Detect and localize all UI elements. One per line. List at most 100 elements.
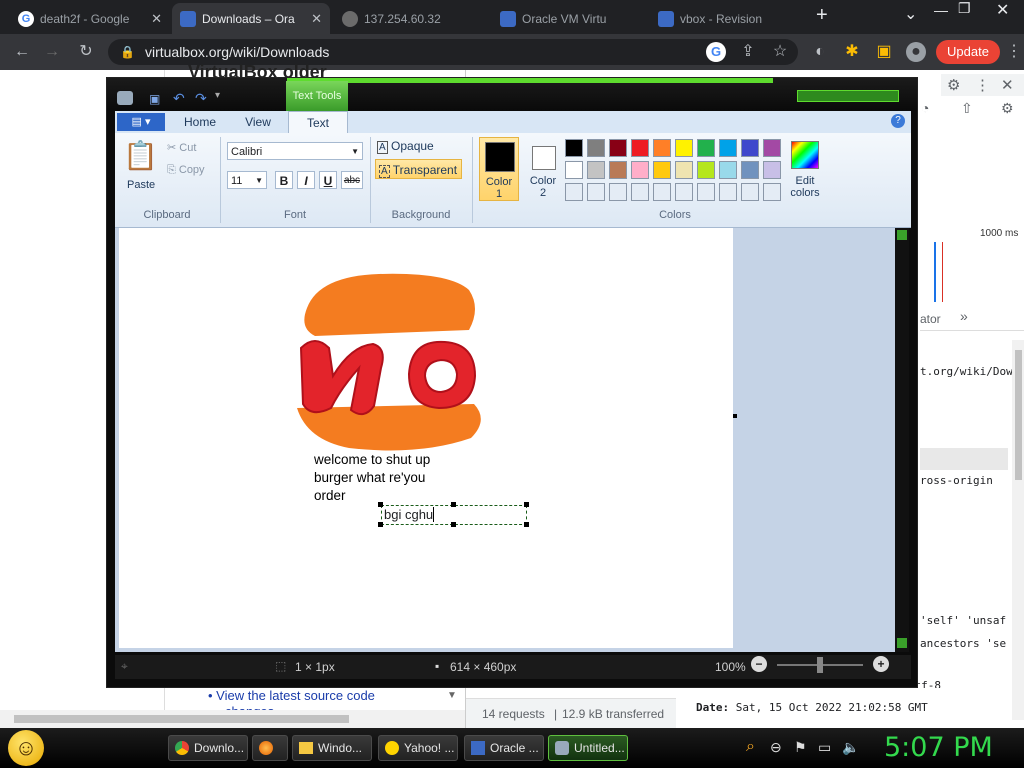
close-icon[interactable]: ✕ [151,11,162,27]
custom-color-slot[interactable] [565,183,583,201]
resize-handle[interactable] [378,522,383,527]
copy-button[interactable]: ⎘ Copy [167,164,205,177]
color2-button[interactable]: Color 2 [523,137,563,201]
palette-color-swatch[interactable] [697,139,715,157]
save-icon[interactable]: ▣ [149,92,160,106]
palette-color-swatch[interactable] [763,139,781,157]
scroll-up-arrow-icon[interactable] [897,230,907,240]
undo-icon[interactable]: ↶ [173,90,185,107]
resize-handle[interactable] [378,502,383,507]
taskbar-clock[interactable]: 5:07 PM [884,732,993,763]
bold-button[interactable]: B [275,171,293,189]
customize-qat-icon[interactable]: ▾ [215,90,220,101]
resize-handle[interactable] [524,502,529,507]
custom-color-slot[interactable] [675,183,693,201]
canvas-resize-handle[interactable] [733,414,737,418]
share-icon[interactable]: ⇪ [738,42,758,62]
volume-icon[interactable]: 🔈 [842,739,859,756]
network-conditions-icon[interactable]: ◔ [921,100,929,116]
chevron-down-icon[interactable]: ⌄ [904,4,917,24]
new-tab-button[interactable]: + [816,4,828,27]
close-window-icon[interactable]: ✕ [996,0,1009,20]
opaque-button[interactable]: A Opaque [377,139,434,154]
edit-colors-button[interactable]: Edit colors [787,137,823,201]
section-header[interactable] [920,448,1008,470]
palette-color-swatch[interactable] [675,139,693,157]
tab-ip[interactable]: 137.254.60.32 [334,3,488,34]
tab-oracle[interactable]: Oracle VM Virtu [492,3,646,34]
custom-color-slot[interactable] [587,183,605,201]
palette-color-swatch[interactable] [741,139,759,157]
minus-circle-icon[interactable]: ⊖ [770,739,782,756]
palette-color-swatch[interactable] [587,139,605,157]
window-controls[interactable] [797,90,899,102]
scroll-down-arrow-icon[interactable]: ▼ [447,690,457,701]
palette-color-swatch[interactable] [565,161,583,179]
scrollbar-thumb[interactable] [1015,350,1022,480]
palette-color-swatch[interactable] [653,139,671,157]
scrollbar-thumb[interactable] [14,715,349,723]
font-family-select[interactable]: Calibri ▼ [227,142,363,160]
redo-icon[interactable]: ↷ [195,90,207,107]
custom-color-slot[interactable] [741,183,759,201]
list-item[interactable]: • View the latest source code [208,688,375,703]
tab-google[interactable]: G death2f - Google ✕ [10,3,170,34]
custom-color-slot[interactable] [763,183,781,201]
profile-avatar-icon[interactable]: ● [906,42,926,62]
monitor-icon[interactable]: ▭ [818,739,831,756]
palette-color-swatch[interactable] [697,161,715,179]
more-menu-icon[interactable]: ⋮ [975,76,990,94]
taskbar-firefox[interactable] [252,735,288,761]
tab-downloads[interactable]: Downloads – Ora ✕ [172,3,330,34]
extensions-puzzle-icon[interactable]: ✱ [842,42,862,62]
palette-color-swatch[interactable] [631,161,649,179]
custom-color-slot[interactable] [719,183,737,201]
cut-button[interactable]: ✂ Cut [167,141,196,154]
custom-color-slot[interactable] [697,183,715,201]
font-size-select[interactable]: 11 ▼ [227,171,267,189]
restore-icon[interactable]: ❐ [958,0,971,17]
bookmark-star-icon[interactable]: ☆ [770,42,790,62]
horizontal-scrollbar[interactable] [0,710,465,728]
underline-button[interactable]: U [319,171,337,189]
taskbar-explorer[interactable]: Windo... [292,735,372,761]
upload-har-icon[interactable]: ⇧ [961,100,973,117]
start-button-smiley-icon[interactable]: ☺ [8,730,44,766]
zoom-out-button[interactable]: − [751,656,767,672]
custom-color-slot[interactable] [631,183,649,201]
palette-color-swatch[interactable] [631,139,649,157]
tab-text[interactable]: Text [288,111,348,134]
palette-color-swatch[interactable] [741,161,759,179]
taskbar-virtualbox[interactable]: Oracle ... [464,735,544,761]
custom-color-slot[interactable] [609,183,627,201]
help-icon[interactable]: ? [891,114,905,128]
close-icon[interactable]: ✕ [311,11,322,27]
paint-menu-button[interactable]: ▤ ▾ [117,113,165,131]
resize-handle[interactable] [524,522,529,527]
tab-vbox-revision[interactable]: vbox - Revision [650,3,804,34]
palette-color-swatch[interactable] [565,139,583,157]
palette-color-swatch[interactable] [609,139,627,157]
more-menu-icon[interactable]: ⋮ [1004,42,1024,62]
close-devtools-icon[interactable]: ✕ [1001,76,1014,94]
google-lens-icon[interactable]: G [706,42,726,62]
drawing-canvas[interactable]: welcome to shut up burger what re'you or… [119,228,737,648]
zoom-slider-thumb[interactable] [817,657,823,673]
vertical-scrollbar[interactable] [1012,340,1024,720]
vertical-scrollbar[interactable] [895,228,909,652]
italic-button[interactable]: I [297,171,315,189]
search-icon[interactable]: ⌕ [746,738,755,756]
side-panel-icon[interactable]: ▣ [874,42,894,62]
update-button[interactable]: Update [936,40,1000,64]
tab-view[interactable]: View [233,111,283,133]
forward-icon[interactable]: → [42,42,62,62]
palette-color-swatch[interactable] [719,139,737,157]
tab-initiator[interactable]: ator [920,312,941,326]
taskbar-chrome[interactable]: Downlo... [168,735,248,761]
tab-home[interactable]: Home [175,111,225,133]
minimize-icon[interactable]: — [934,2,948,18]
taskbar-yahoo[interactable]: Yahoo! ... [378,735,458,761]
extension-flag-icon[interactable]: ◐ [810,42,830,62]
strikethrough-button[interactable]: abc [341,171,363,189]
paste-icon[interactable]: 📋 [123,139,158,175]
